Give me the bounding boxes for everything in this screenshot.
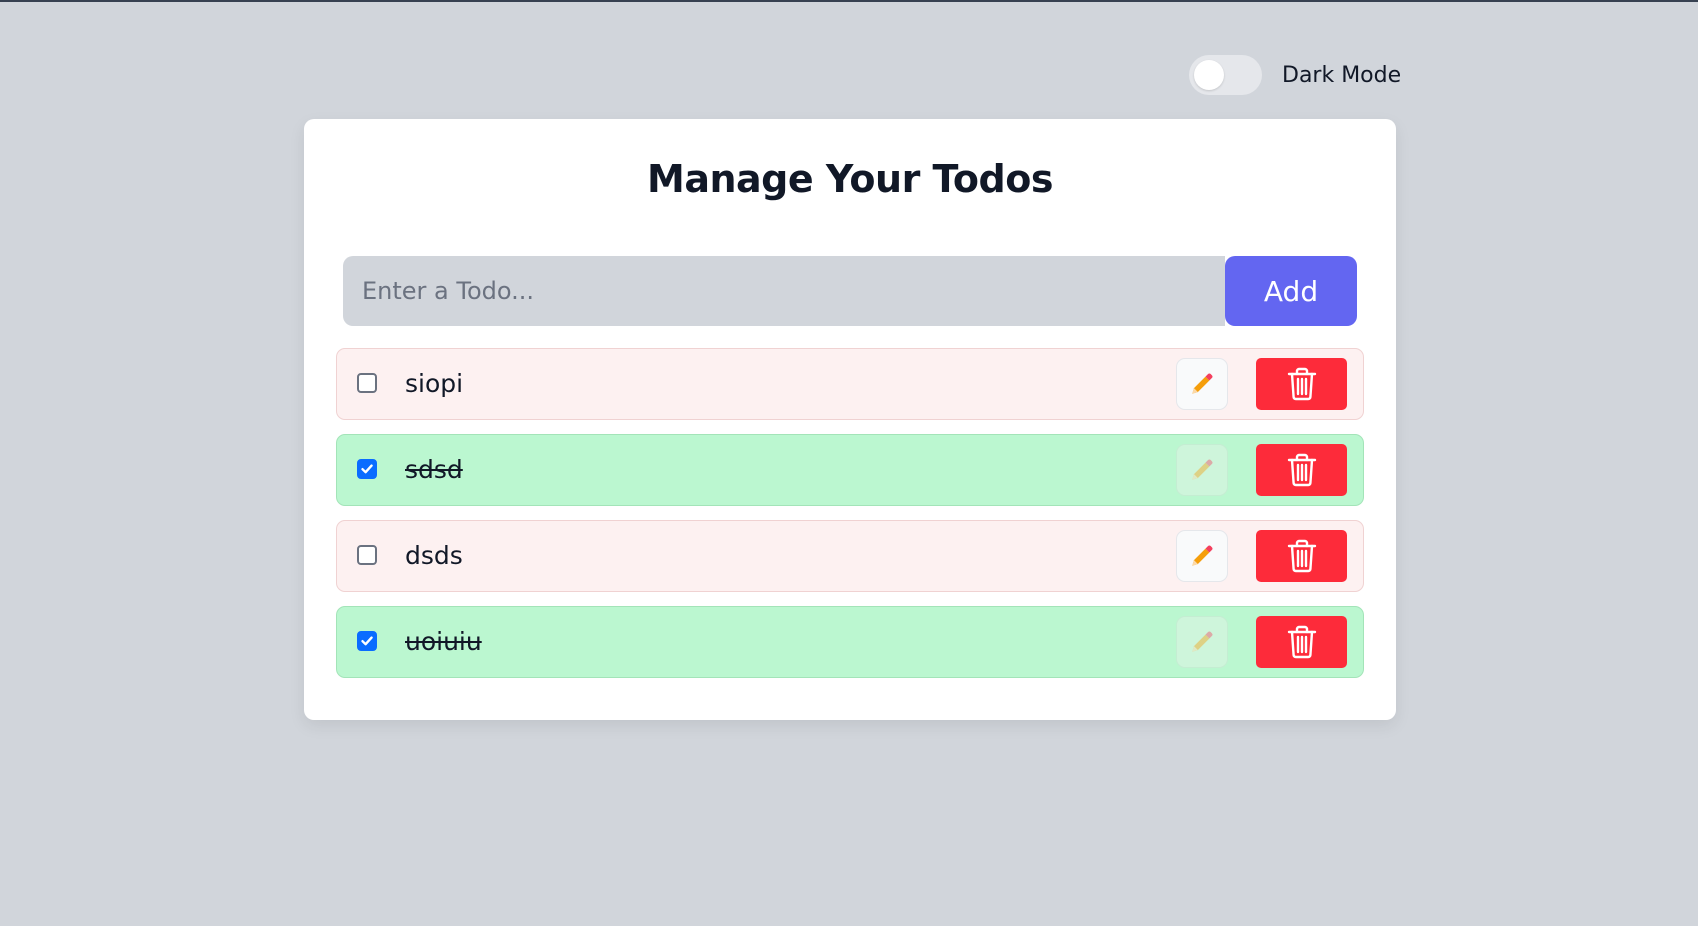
todo-card: Manage Your Todos Add siopi [304,119,1396,720]
trash-icon [1287,453,1316,487]
todo-checkbox[interactable] [357,459,377,479]
add-button[interactable]: Add [1225,256,1357,326]
trash-icon [1287,367,1316,401]
todo-text: uoiuiu [405,627,482,656]
todo-text: sdsd [405,455,463,484]
edit-button[interactable] [1176,358,1228,410]
todo-checkbox[interactable] [357,545,377,565]
todo-checkbox[interactable] [357,373,377,393]
trash-icon [1287,539,1316,573]
checkmark-icon [361,636,373,646]
checkmark-icon [361,464,373,474]
todo-input[interactable] [343,256,1225,326]
toggle-knob [1194,60,1224,90]
toggle-switch[interactable] [1189,55,1262,95]
todo-list: siopi sdsd dsds uoiuiu [336,348,1364,678]
trash-icon [1287,625,1316,659]
todo-item: dsds [336,520,1364,592]
pencil-icon [1192,545,1213,566]
edit-button[interactable] [1176,444,1228,496]
pencil-icon [1192,373,1213,394]
add-todo-form: Add [343,256,1357,326]
delete-button[interactable] [1256,616,1347,668]
todo-item: sdsd [336,434,1364,506]
delete-button[interactable] [1256,358,1347,410]
todo-checkbox[interactable] [357,631,377,651]
dark-mode-label: Dark Mode [1282,62,1402,88]
delete-button[interactable] [1256,444,1347,496]
page-title: Manage Your Todos [647,157,1053,201]
todo-item: siopi [336,348,1364,420]
edit-button[interactable] [1176,530,1228,582]
pencil-icon [1192,631,1213,652]
todo-text: siopi [405,369,464,398]
pencil-icon [1192,459,1213,480]
todo-text: dsds [405,541,463,570]
edit-button[interactable] [1176,616,1228,668]
todo-item: uoiuiu [336,606,1364,678]
delete-button[interactable] [1256,530,1347,582]
dark-mode-toggle[interactable]: Dark Mode [1189,55,1401,95]
